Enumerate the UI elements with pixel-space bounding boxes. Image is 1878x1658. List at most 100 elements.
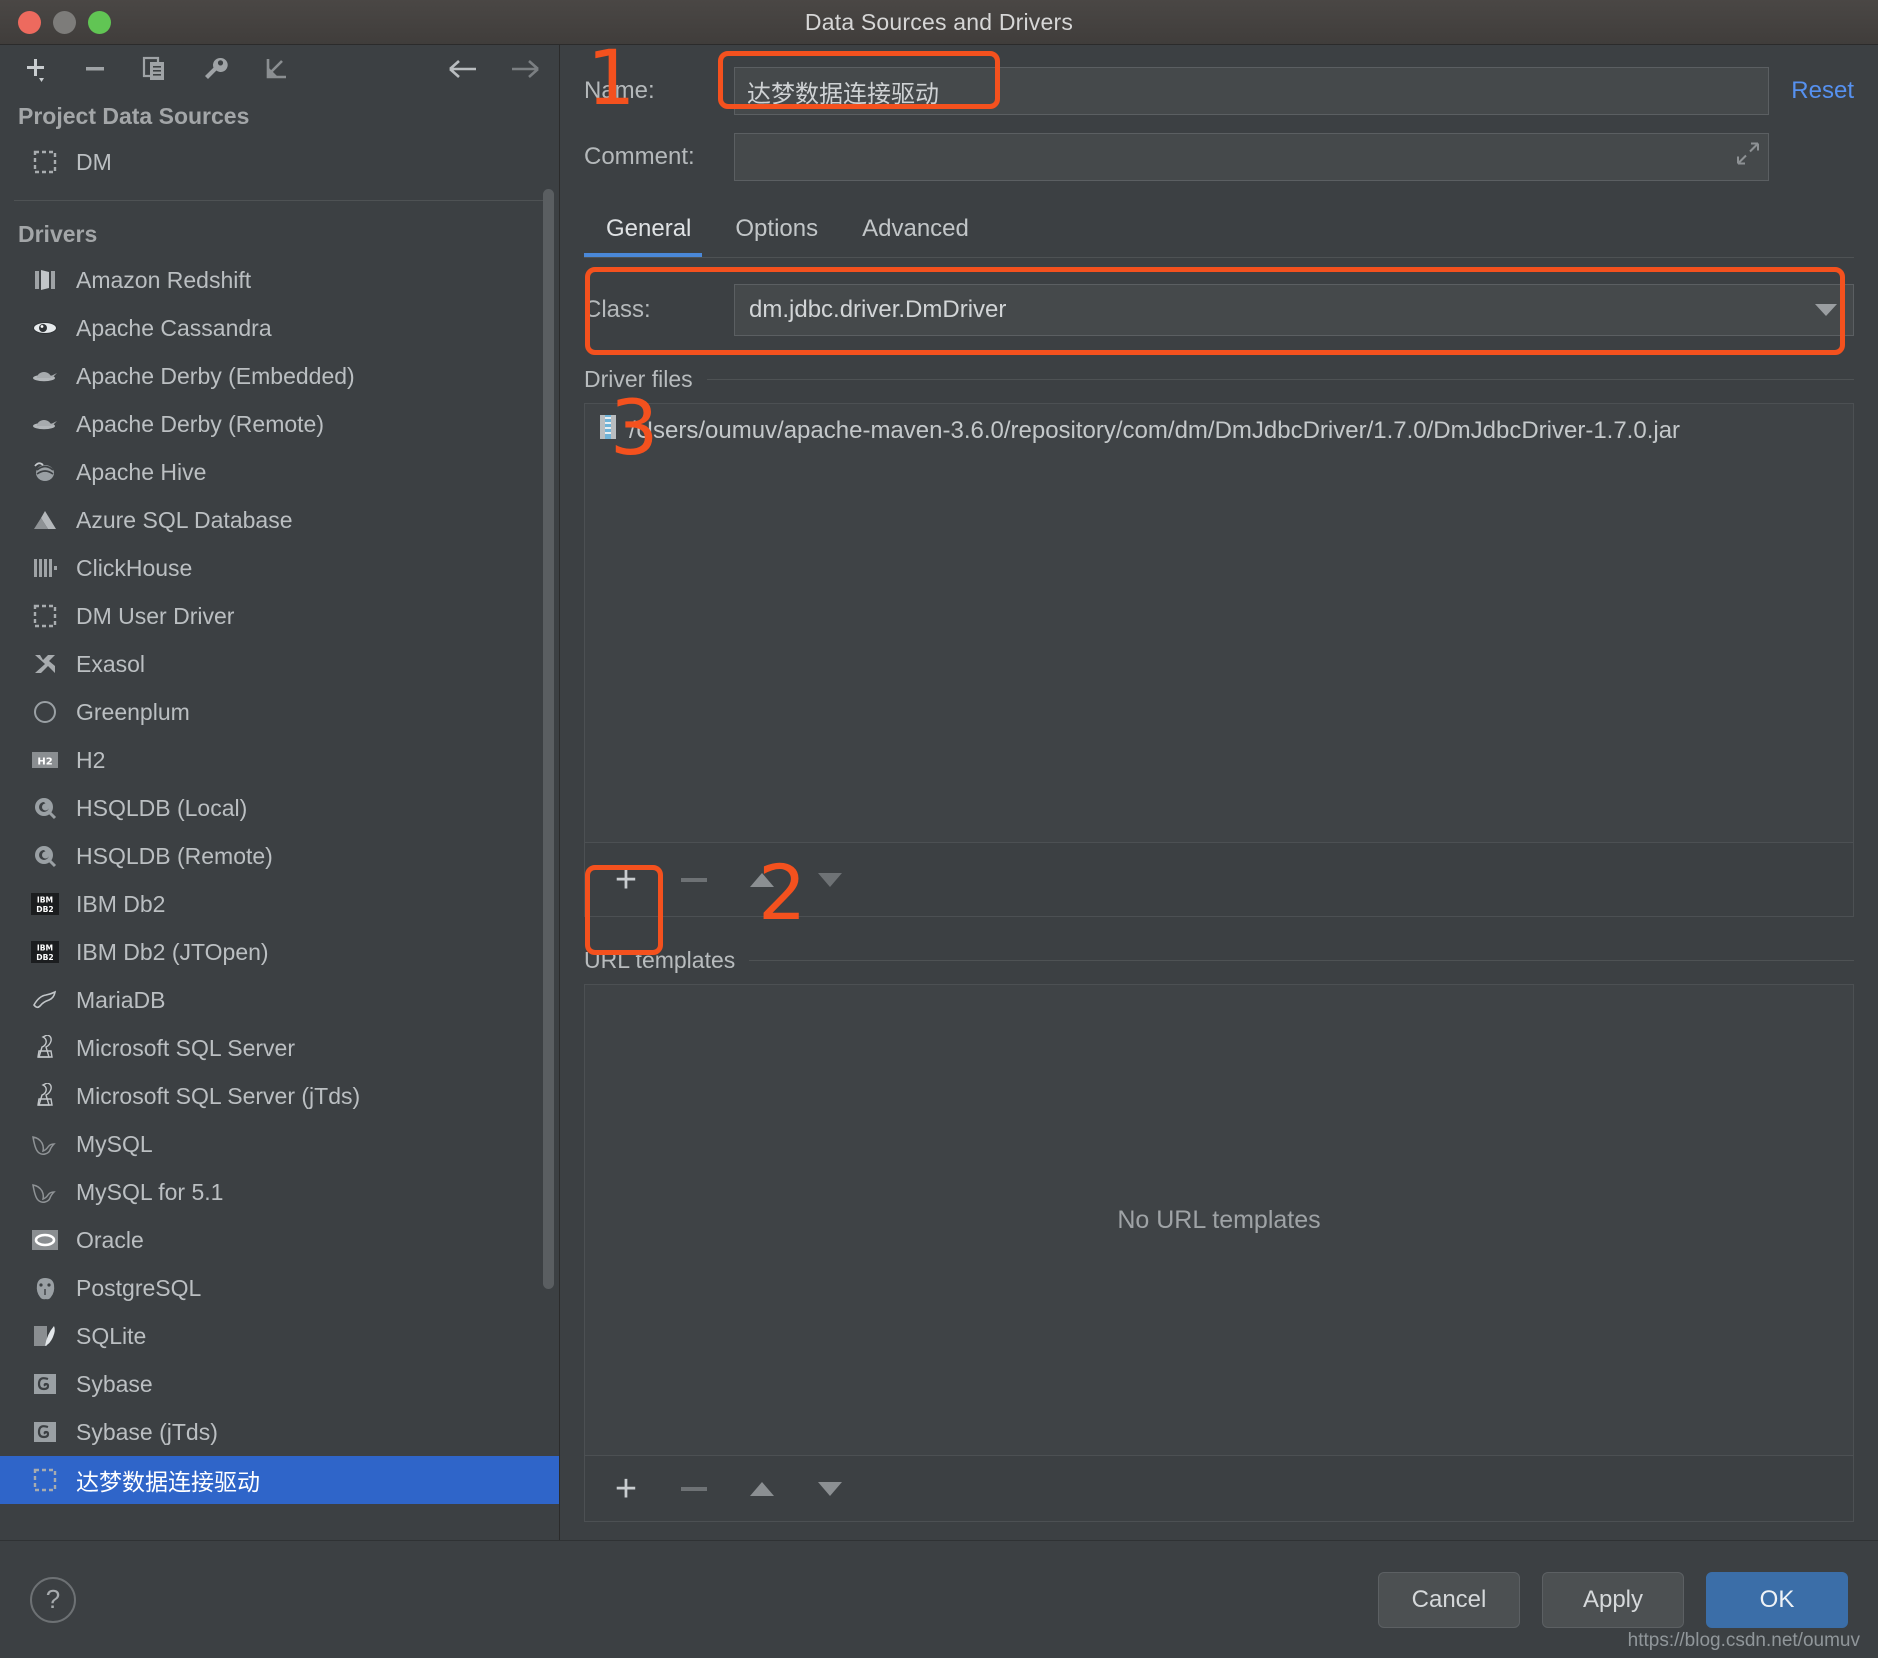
postgresql-icon [30, 1273, 60, 1303]
url-templates-toolbar: + [584, 1456, 1854, 1522]
sidebar-item-driver[interactable]: Apache Derby (Remote) [0, 400, 559, 448]
sidebar-item-driver[interactable]: Microsoft SQL Server (jTds) [0, 1072, 559, 1120]
mysql-icon [30, 1177, 60, 1207]
sidebar-item-driver[interactable]: ClickHouse [0, 544, 559, 592]
sidebar-item-label: Apache Cassandra [76, 314, 272, 341]
name-input[interactable]: 达梦数据连接驱动 [734, 67, 1770, 115]
url-templates-group-label: URL templates [560, 947, 1878, 974]
mssql-icon [30, 1033, 60, 1063]
hsqldb-icon [30, 841, 60, 871]
tab-general[interactable]: General [584, 207, 713, 257]
move-driver-file-down-button[interactable] [813, 863, 847, 897]
sidebar-item-driver[interactable]: PostgreSQL [0, 1264, 559, 1312]
sidebar-item-label: HSQLDB (Remote) [76, 842, 273, 869]
sidebar-item-driver[interactable]: Oracle [0, 1216, 559, 1264]
sidebar-item-driver[interactable]: HSQLDB (Remote) [0, 832, 559, 880]
tab-options[interactable]: Options [713, 207, 840, 257]
sidebar-divider [14, 200, 545, 201]
sidebar-item-driver[interactable]: Azure SQL Database [0, 496, 559, 544]
sidebar-item-driver[interactable]: Exasol [0, 640, 559, 688]
settings-tabs: General Options Advanced [560, 207, 1878, 257]
sidebar-item-driver[interactable]: Apache Derby (Embedded) [0, 352, 559, 400]
cassandra-icon [30, 313, 60, 343]
apply-button[interactable]: Apply [1542, 1571, 1684, 1628]
sidebar-item-label: Azure SQL Database [76, 506, 293, 533]
add-url-template-button[interactable]: + [609, 1470, 643, 1508]
sidebar-item-driver[interactable]: Sybase [0, 1360, 559, 1408]
derby-icon [30, 361, 60, 391]
comment-input[interactable] [734, 133, 1770, 181]
move-url-template-up-button[interactable] [745, 1472, 779, 1506]
sidebar-item-driver[interactable]: MySQL for 5.1 [0, 1168, 559, 1216]
sidebar-list[interactable]: Project Data Sources DM Drivers Amazon R… [0, 93, 559, 1540]
sidebar-item-driver[interactable]: MySQL [0, 1120, 559, 1168]
add-data-source-button[interactable] [18, 52, 52, 86]
sidebar-item-driver[interactable]: HSQLDB (Local) [0, 784, 559, 832]
drivers-list: Amazon Redshift Apache Cassandra Apache De… [0, 256, 559, 1504]
cancel-button[interactable]: Cancel [1378, 1571, 1520, 1628]
ok-button[interactable]: OK [1706, 1571, 1848, 1628]
driver-file-row[interactable]: /Users/oumuv/apache-maven-3.6.0/reposito… [585, 414, 1853, 447]
dm-icon [30, 601, 60, 631]
expand-icon[interactable] [1736, 142, 1760, 173]
move-driver-file-up-button[interactable] [745, 863, 779, 897]
move-url-template-down-button[interactable] [813, 1472, 847, 1506]
sidebar-item-label: Apache Derby (Embedded) [76, 362, 355, 389]
sidebar-item-label: IBM Db2 (JTOpen) [76, 938, 269, 965]
remove-data-source-button[interactable] [78, 52, 112, 86]
svg-text:IBM: IBM [37, 896, 53, 905]
driver-files-list[interactable]: /Users/oumuv/apache-maven-3.6.0/reposito… [584, 403, 1854, 843]
mssql-icon [30, 1081, 60, 1111]
sidebar-item-driver[interactable]: Sybase (jTds) [0, 1408, 559, 1456]
sidebar-item-driver[interactable]: H2 H2 [0, 736, 559, 784]
svg-text:H2: H2 [37, 757, 52, 768]
mysql-icon [30, 1129, 60, 1159]
sidebar-item-driver[interactable]: IBM DB2 IBM Db2 [0, 880, 559, 928]
sidebar-item-driver[interactable]: Apache Cassandra [0, 304, 559, 352]
sidebar-item-label: H2 [76, 746, 106, 773]
sidebar-item-driver[interactable]: MariaDB [0, 976, 559, 1024]
duplicate-button[interactable] [138, 52, 172, 86]
sidebar-item-driver[interactable]: Greenplum [0, 688, 559, 736]
svg-text:IBM: IBM [37, 944, 53, 953]
chevron-down-icon[interactable] [1815, 304, 1837, 316]
sqlite-icon [30, 1321, 60, 1351]
sidebar-item-driver[interactable]: Microsoft SQL Server [0, 1024, 559, 1072]
sidebar-item-driver[interactable]: IBM DB2 IBM Db2 (JTOpen) [0, 928, 559, 976]
remove-url-template-button[interactable] [677, 1472, 711, 1506]
svg-text:DB2: DB2 [36, 905, 53, 914]
url-templates-list[interactable]: No URL templates [584, 984, 1854, 1456]
sidebar-item-label: Amazon Redshift [76, 266, 252, 293]
jar-file-icon [597, 414, 619, 447]
driver-file-path: /Users/oumuv/apache-maven-3.6.0/reposito… [629, 416, 1681, 444]
help-button[interactable]: ? [30, 1576, 76, 1623]
project-data-sources-header: Project Data Sources [18, 103, 250, 129]
class-combobox[interactable]: dm.jdbc.driver.DmDriver [734, 284, 1854, 336]
import-arrow-icon[interactable] [258, 52, 292, 86]
sidebar-item-dm[interactable]: DM [0, 138, 559, 186]
db2-icon: IBM DB2 [30, 889, 60, 919]
sidebar-item-driver[interactable]: DM User Driver [0, 592, 559, 640]
clickhouse-icon [30, 553, 60, 583]
dm-icon [30, 147, 60, 177]
sidebar-item-label: MySQL for 5.1 [76, 1178, 224, 1205]
drivers-header: Drivers [18, 221, 98, 247]
back-button[interactable] [447, 52, 481, 86]
sidebar-item-driver[interactable]: Apache Hive [0, 448, 559, 496]
dialog-footer: ? Cancel Apply OK https://blog.csdn.net/… [0, 1540, 1878, 1658]
url-templates-empty-message: No URL templates [1117, 1205, 1321, 1234]
wrench-icon[interactable] [198, 52, 232, 86]
tab-advanced[interactable]: Advanced [840, 207, 991, 257]
reset-link[interactable]: Reset [1791, 77, 1854, 105]
class-row: Class: dm.jdbc.driver.DmDriver [560, 284, 1878, 336]
add-driver-file-button[interactable]: + [609, 861, 643, 899]
sidebar-item-driver[interactable]: 达梦数据连接驱动 [0, 1456, 559, 1504]
sidebar-item-driver[interactable]: SQLite [0, 1312, 559, 1360]
sidebar-item-label: HSQLDB (Local) [76, 794, 248, 821]
sybase-icon [30, 1417, 60, 1447]
remove-driver-file-button[interactable] [677, 863, 711, 897]
forward-button[interactable] [507, 52, 541, 86]
sidebar-item-driver[interactable]: Amazon Redshift [0, 256, 559, 304]
sidebar-item-label: 达梦数据连接驱动 [76, 1469, 260, 1495]
sidebar-scrollbar[interactable] [543, 189, 554, 1289]
